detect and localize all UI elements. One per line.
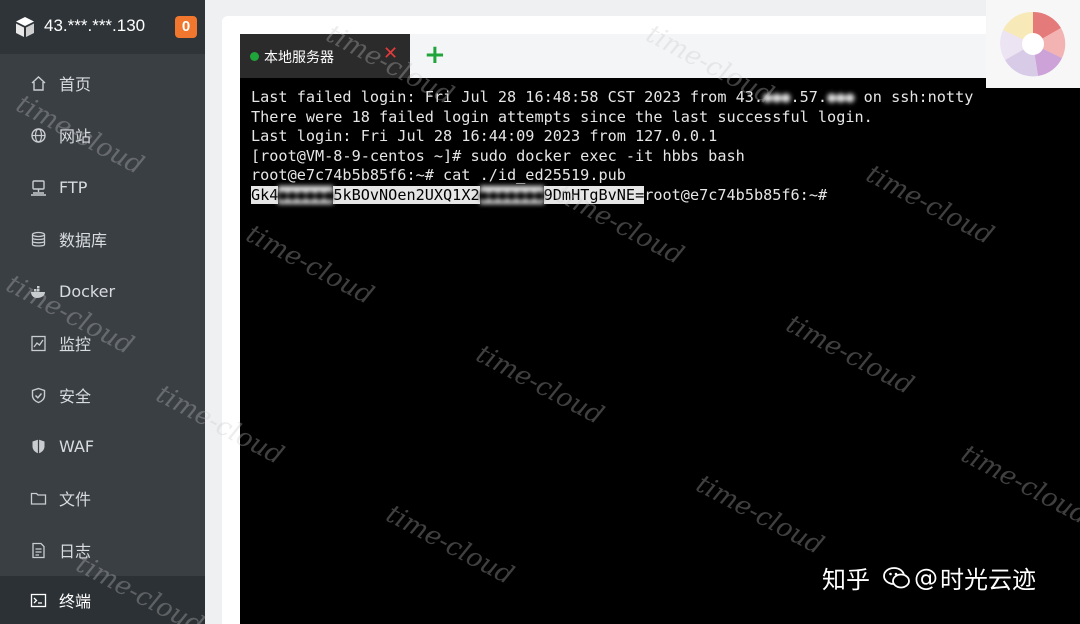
nav-item-docker[interactable]: Docker xyxy=(0,265,205,317)
tab-label: 本地服务器 xyxy=(264,50,334,66)
account-name: 时光云迹 xyxy=(940,566,1036,594)
waf-shield-icon xyxy=(30,438,47,455)
nav-label: WAF xyxy=(59,436,95,456)
terminal-line: Last failed login: Fri Jul 28 16:48:58 C… xyxy=(251,88,1080,108)
main-content: 本地服务器 ✕ + Last failed login: Fri Jul 28 … xyxy=(222,16,1080,624)
shield-icon xyxy=(30,387,47,404)
nav-item-security[interactable]: 安全 xyxy=(0,369,205,421)
nav-item-ftp[interactable]: FTP xyxy=(0,161,205,213)
terminal-output[interactable]: Last failed login: Fri Jul 28 16:48:58 C… xyxy=(240,78,1080,624)
redacted-text: ●●●●●●● xyxy=(479,185,544,204)
terminal-line: Gk4●●●●●●5kBOvNOen2UXQ1X2●●●●●●●9DmHTgBv… xyxy=(251,185,1080,206)
wechat-icon xyxy=(882,565,912,591)
docker-icon xyxy=(30,283,47,300)
home-icon xyxy=(30,75,47,92)
nav-item-website[interactable]: 网站 xyxy=(0,109,205,161)
nav-label: FTP xyxy=(59,177,88,197)
nav-label: 监控 xyxy=(59,335,92,354)
nav-label: 首页 xyxy=(59,75,92,94)
log-icon xyxy=(30,542,47,559)
folder-icon xyxy=(30,490,47,507)
terminal-prompt: root@e7c74b5b85f6:~# xyxy=(644,185,828,204)
nav-label: 文件 xyxy=(59,490,92,509)
nav-label: 数据库 xyxy=(59,231,108,250)
nav-label: 日志 xyxy=(59,542,92,561)
nav-label: Docker xyxy=(59,281,116,301)
terminal-text: on ssh:notty xyxy=(854,88,974,106)
nav-label: 网站 xyxy=(59,127,92,146)
notification-badge[interactable]: 0 xyxy=(175,16,197,38)
terminal-icon xyxy=(30,592,47,609)
nav-item-waf[interactable]: WAF xyxy=(0,420,205,472)
nav-item-files[interactable]: 文件 xyxy=(0,472,205,524)
nav-item-logs[interactable]: 日志 xyxy=(0,524,205,576)
selected-text: 5kBOvNOen2UXQ1X2 xyxy=(333,185,480,204)
nav-label: 终端 xyxy=(59,592,92,611)
nav-item-terminal[interactable]: 终端 xyxy=(0,576,205,624)
redacted-text: ●●● xyxy=(763,88,791,106)
globe-icon xyxy=(30,127,47,144)
redacted-text: ●●● xyxy=(827,88,855,106)
nav-item-home[interactable]: 首页 xyxy=(0,57,205,109)
connected-status-dot-icon xyxy=(250,52,259,61)
server-ip: 43.***.***.130 xyxy=(44,16,146,35)
terminal-text: Last failed login: Fri Jul 28 16:48:58 C… xyxy=(251,88,764,106)
ftp-icon xyxy=(30,179,47,196)
close-icon[interactable]: ✕ xyxy=(383,43,398,64)
selected-text: 9DmHTgBvNE= xyxy=(543,185,645,204)
source-attribution: 知乎 @ 时光云迹 xyxy=(822,560,1036,595)
add-tab-button[interactable]: + xyxy=(424,40,446,70)
terminal-line: root@e7c74b5b85f6:~# cat ./id_ed25519.pu… xyxy=(251,166,626,185)
nav-label: 安全 xyxy=(59,387,92,406)
terminal-line: Last login: Fri Jul 28 16:44:09 2023 fro… xyxy=(251,127,718,146)
database-icon xyxy=(30,231,47,248)
terminal-line: [root@VM-8-9-centos ~]# sudo docker exec… xyxy=(251,146,745,165)
zhihu-label: 知乎 xyxy=(822,566,870,594)
terminal-tab-bar: 本地服务器 ✕ + xyxy=(240,34,1080,78)
tab-local-server[interactable]: 本地服务器 ✕ xyxy=(240,34,410,78)
server-cube-icon xyxy=(15,16,35,38)
monitor-icon xyxy=(30,335,47,352)
decorative-pinwheel-logo xyxy=(986,0,1080,88)
redacted-text: ●●●●●● xyxy=(278,185,334,204)
nav-item-database[interactable]: 数据库 xyxy=(0,213,205,265)
terminal-line: There were 18 failed login attempts sinc… xyxy=(251,107,873,126)
server-header[interactable]: 43.***.***.130 0 xyxy=(0,0,205,54)
terminal-text: .57. xyxy=(790,88,828,106)
nav-item-monitor[interactable]: 监控 xyxy=(0,317,205,369)
at-symbol: @ xyxy=(914,563,938,592)
selected-text: Gk4 xyxy=(251,185,279,204)
sidebar: 43.***.***.130 0 首页 网站 FTP 数据库 Docker 监控… xyxy=(0,0,205,624)
